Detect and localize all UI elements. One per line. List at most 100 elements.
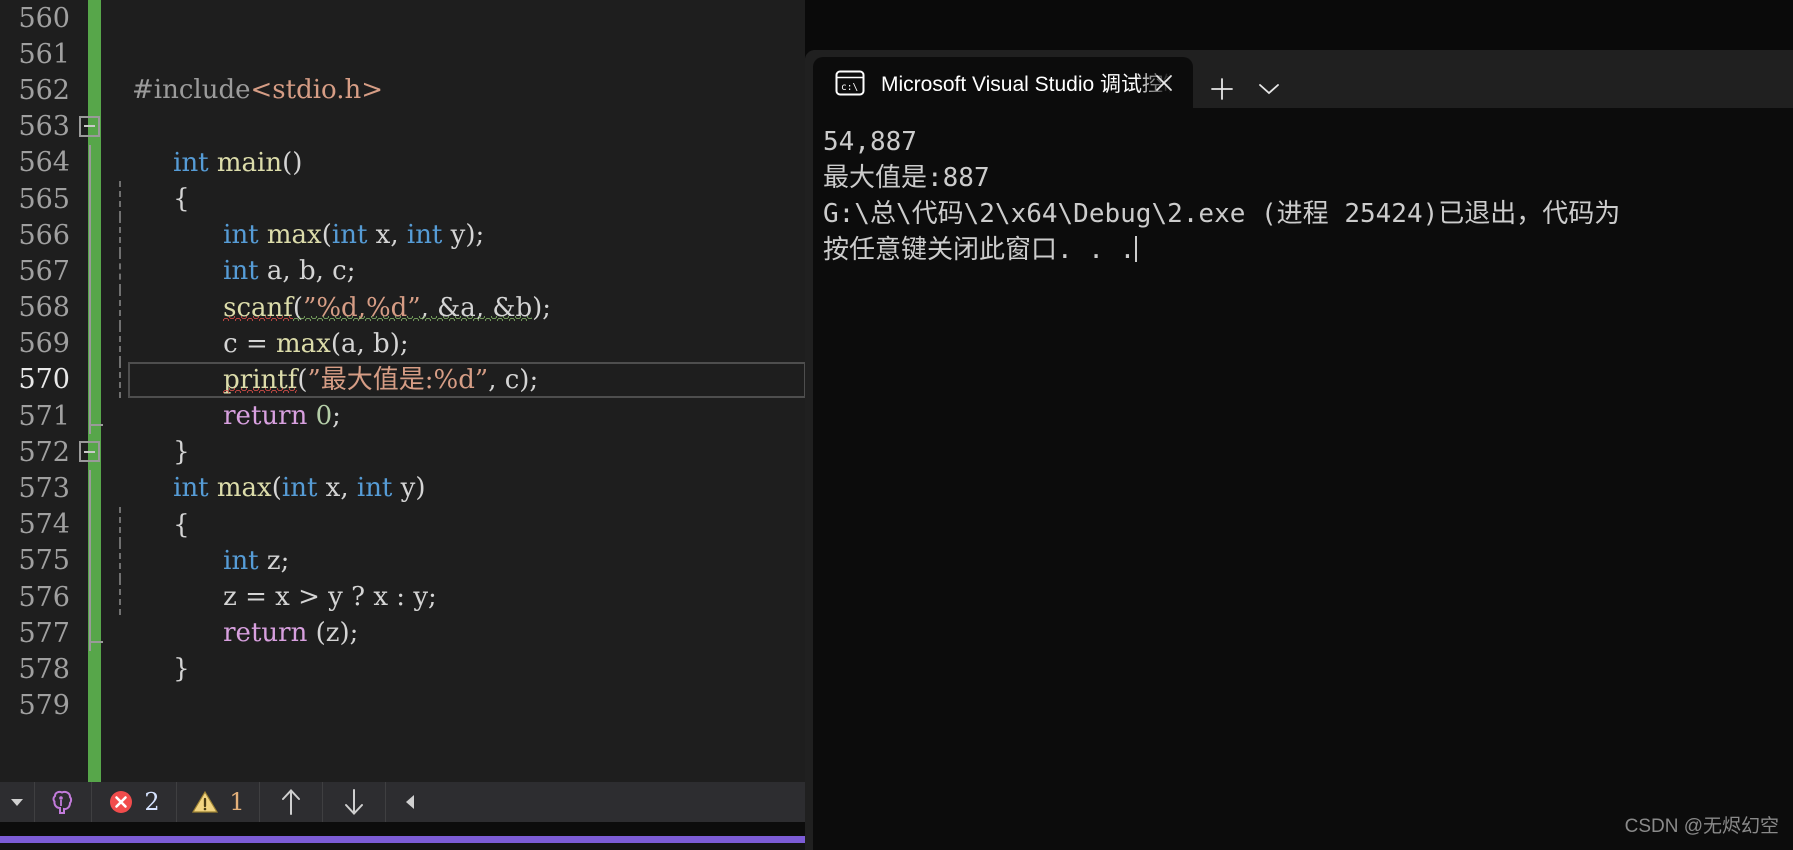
block-structure-guide bbox=[89, 579, 91, 616]
svg-text:c:\: c:\ bbox=[841, 82, 858, 93]
indent-guide bbox=[119, 217, 121, 254]
code-text[interactable]: printf(”最大值是:%d”, c); bbox=[89, 325, 805, 395]
previous-issue-button[interactable] bbox=[260, 782, 322, 822]
console-tab[interactable]: c:\ Microsoft Visual Studio 调试控制台 bbox=[813, 57, 1193, 108]
gutter bbox=[79, 398, 95, 434]
code-text[interactable]: int a, b, c; bbox=[89, 217, 805, 286]
line-number: 578 bbox=[18, 653, 70, 685]
new-tab-button[interactable] bbox=[1205, 72, 1239, 106]
next-issue-button[interactable] bbox=[323, 782, 385, 822]
close-tab-button[interactable] bbox=[1149, 68, 1179, 98]
bottom-edge bbox=[0, 843, 805, 850]
collapse-panel-button[interactable] bbox=[386, 782, 434, 822]
warning-count-button[interactable]: 1 bbox=[177, 782, 259, 822]
debug-console-window[interactable]: c:\ Microsoft Visual Studio 调试控制台 54,887… bbox=[805, 50, 1793, 850]
chevron-down-icon bbox=[11, 799, 23, 806]
code-text[interactable]: return 0; bbox=[89, 361, 805, 431]
code-line[interactable]: 578 bbox=[0, 651, 805, 687]
chevron-down-icon bbox=[1259, 84, 1279, 95]
code-text[interactable]: int main() bbox=[79, 109, 805, 178]
code-text[interactable] bbox=[95, 36, 805, 72]
code-line-current[interactable]: 570 return 0; bbox=[0, 361, 805, 431]
code-text[interactable]: int z; bbox=[89, 506, 805, 576]
line-number: 560 bbox=[18, 2, 70, 34]
code-line[interactable]: 568 c = max(a, b); bbox=[0, 289, 805, 359]
intellicode-button[interactable] bbox=[35, 782, 91, 822]
tab-options-dropdown-button[interactable] bbox=[1252, 74, 1286, 104]
indent-guide bbox=[119, 361, 121, 399]
code-text[interactable]: int max(int x, int y); bbox=[89, 180, 805, 250]
code-text[interactable]: #include<stdio.h> bbox=[95, 72, 805, 108]
console-output-line: G:\总\代码\2\x64\Debug\2.exe (进程 25424)已退出，… bbox=[823, 199, 1621, 229]
arrow-down-icon bbox=[345, 789, 363, 815]
code-editor-surface[interactable]: 560 561 562 #include<stdio.h> 563 int ma… bbox=[0, 0, 805, 782]
warning-triangle-icon bbox=[192, 790, 219, 813]
code-line[interactable]: 569 printf(”最大值是:%d”, c); bbox=[0, 325, 805, 395]
code-text[interactable] bbox=[95, 688, 805, 724]
code-line[interactable]: 560 bbox=[0, 0, 805, 36]
line-number: 571 bbox=[18, 400, 70, 432]
error-count-button[interactable]: 2 bbox=[92, 782, 176, 822]
code-line[interactable]: 579 bbox=[0, 688, 805, 724]
line-number: 577 bbox=[18, 617, 70, 649]
gutter bbox=[79, 651, 95, 687]
code-text[interactable]: { bbox=[89, 144, 805, 214]
code-line[interactable]: 571 } bbox=[0, 398, 805, 467]
code-text[interactable]: int max(int x, int y) bbox=[79, 434, 805, 503]
code-text[interactable]: scanf(”%d,%d”, &a, &b); bbox=[89, 253, 805, 323]
line-number: 574 bbox=[18, 509, 70, 541]
gutter bbox=[79, 615, 95, 651]
console-output-line: 54,887 bbox=[823, 127, 917, 157]
console-output-line: 最大值是:887 bbox=[823, 163, 990, 193]
block-structure-guide bbox=[89, 217, 91, 254]
code-line[interactable]: 577 } bbox=[0, 615, 805, 684]
code-line[interactable]: 565 int max(int x, int y); bbox=[0, 180, 805, 250]
code-line[interactable]: 563 int main() bbox=[0, 109, 805, 178]
line-number: 567 bbox=[18, 255, 70, 287]
code-line[interactable]: 564 { bbox=[0, 144, 805, 214]
gutter bbox=[79, 145, 95, 181]
line-number: 564 bbox=[18, 147, 70, 179]
code-text[interactable]: z = x > y ? x : y; bbox=[89, 542, 805, 612]
gutter bbox=[79, 688, 95, 724]
indent-guide bbox=[119, 289, 121, 326]
gutter bbox=[79, 217, 95, 253]
console-output-area[interactable]: 54,887 最大值是:887 G:\总\代码\2\x64\Debug\2.ex… bbox=[813, 108, 1793, 850]
expand-status-bar-button[interactable] bbox=[0, 782, 34, 822]
indent-guide bbox=[119, 325, 121, 362]
indent-guide bbox=[119, 253, 121, 290]
code-text[interactable]: { bbox=[89, 470, 805, 540]
gutter bbox=[79, 579, 95, 615]
line-number: 566 bbox=[18, 219, 70, 251]
gutter bbox=[79, 253, 95, 289]
code-text[interactable]: } bbox=[89, 615, 805, 684]
code-text[interactable] bbox=[95, 651, 805, 687]
gutter bbox=[79, 72, 95, 108]
code-line[interactable]: 575 z = x > y ? x : y; bbox=[0, 542, 805, 612]
code-text[interactable] bbox=[95, 0, 805, 36]
code-line[interactable]: 574 int z; bbox=[0, 506, 805, 576]
gutter bbox=[79, 290, 95, 326]
code-line[interactable]: 572 int max(int x, int y) bbox=[0, 434, 805, 504]
plus-icon bbox=[1211, 78, 1233, 100]
gutter bbox=[79, 507, 95, 543]
code-text[interactable]: return (z); bbox=[89, 579, 805, 648]
console-output-line-with-caret: 按任意键关闭此窗口. . . bbox=[823, 232, 1793, 268]
code-text[interactable]: c = max(a, b); bbox=[89, 289, 805, 359]
line-number: 562 bbox=[18, 74, 70, 106]
warning-count-label: 1 bbox=[229, 788, 245, 816]
block-structure-guide bbox=[89, 325, 91, 362]
console-tab-strip: c:\ Microsoft Visual Studio 调试控制台 bbox=[805, 50, 1793, 108]
code-line[interactable]: 573 { bbox=[0, 470, 805, 540]
collapse-toggle-icon[interactable] bbox=[79, 115, 100, 137]
code-line[interactable]: 576 return (z); bbox=[0, 579, 805, 648]
code-line[interactable]: 562 #include<stdio.h> bbox=[0, 72, 805, 108]
code-line[interactable]: 567 scanf(”%d,%d”, &a, &b); bbox=[0, 253, 805, 323]
line-number: 569 bbox=[18, 328, 70, 360]
code-text[interactable]: } bbox=[89, 398, 805, 467]
console-tab-title: Microsoft Visual Studio 调试控制台 bbox=[881, 72, 1193, 96]
code-line[interactable]: 561 bbox=[0, 36, 805, 72]
code-line[interactable]: 566 int a, b, c; bbox=[0, 217, 805, 286]
indent-guide bbox=[119, 506, 121, 543]
collapse-toggle-icon[interactable] bbox=[79, 441, 100, 463]
